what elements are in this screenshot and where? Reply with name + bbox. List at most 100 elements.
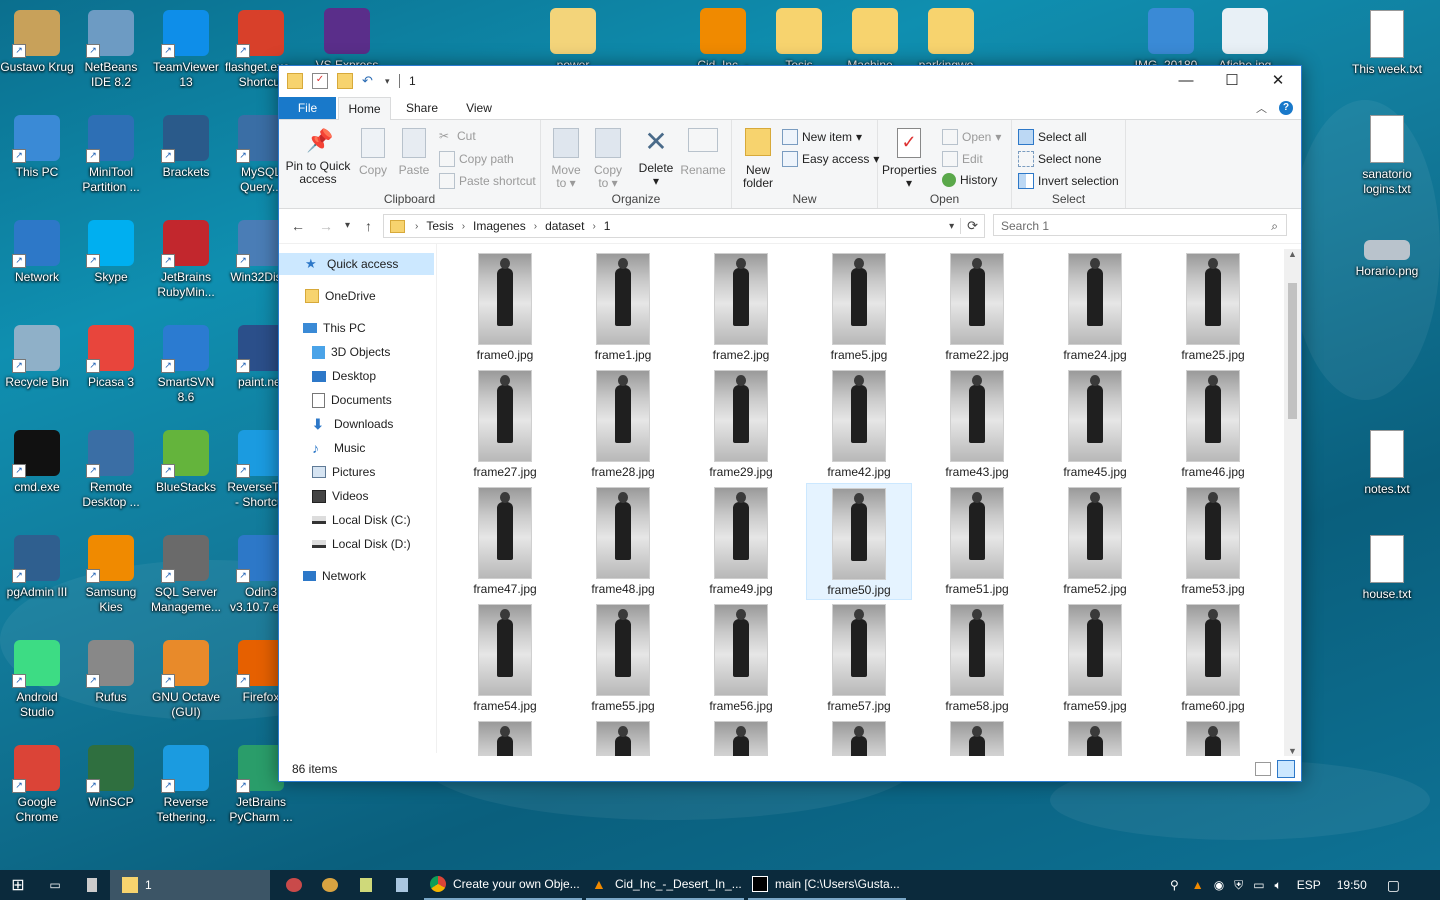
file-item[interactable]: frame49.jpg bbox=[688, 483, 794, 600]
desktop-icon-img-20180[interactable]: IMG_20180... bbox=[1134, 8, 1208, 73]
forward-arrow-icon[interactable]: → bbox=[319, 218, 333, 234]
open-button[interactable]: Open ▾ bbox=[942, 129, 1001, 145]
nav-music[interactable]: ♪ Music bbox=[279, 437, 434, 459]
select-all-button[interactable]: Select all bbox=[1018, 129, 1087, 145]
desktop-icon-this-pc[interactable]: ↗ This PC bbox=[0, 115, 74, 180]
network-tray-icon[interactable]: ▭ bbox=[1253, 878, 1264, 892]
vertical-scrollbar[interactable]: ▲ ▼ bbox=[1284, 249, 1301, 756]
tab-file[interactable]: File bbox=[279, 97, 336, 119]
nav-videos[interactable]: Videos bbox=[279, 485, 434, 507]
desktop-icon-sanatorio-logins-txt[interactable]: sanatorio logins.txt bbox=[1350, 115, 1424, 197]
desktop-icon-power[interactable]: power bbox=[536, 8, 610, 73]
desktop-icon-house-txt[interactable]: house.txt bbox=[1350, 535, 1424, 602]
nav-documents[interactable]: Documents bbox=[279, 389, 434, 411]
tab-share[interactable]: Share bbox=[396, 97, 448, 119]
desktop-icon-horario-png[interactable]: Horario.png bbox=[1350, 220, 1424, 279]
language-indicator[interactable]: ESP bbox=[1297, 878, 1321, 892]
file-item[interactable] bbox=[570, 717, 676, 756]
large-icons-view-icon[interactable] bbox=[1277, 760, 1295, 778]
search-input[interactable]: Search 1 ⌕ bbox=[993, 214, 1287, 236]
shield-icon[interactable]: ⛨ bbox=[1234, 878, 1243, 893]
people-icon[interactable]: ⚲ bbox=[1170, 878, 1179, 892]
nav-quick-access[interactable]: ★ Quick access bbox=[279, 253, 434, 275]
new-folder-button[interactable]: New folder bbox=[736, 128, 780, 190]
nav-this-pc[interactable]: This PC bbox=[279, 317, 434, 339]
nav-local-disk-c[interactable]: Local Disk (C:) bbox=[279, 509, 434, 531]
task-view-button[interactable]: ▭ bbox=[40, 870, 70, 900]
back-arrow-icon[interactable]: ← bbox=[291, 218, 305, 234]
desktop-icon-gustavo-krug[interactable]: ↗ Gustavo Krug bbox=[0, 10, 74, 75]
cut-button[interactable]: ✂ Cut bbox=[439, 129, 476, 143]
file-item[interactable]: frame42.jpg bbox=[806, 366, 912, 483]
desktop-icon-jetbrains-rubymin[interactable]: ↗ JetBrains RubyMin... bbox=[149, 220, 223, 300]
file-item[interactable]: frame56.jpg bbox=[688, 600, 794, 717]
start-button[interactable]: ⊞ bbox=[0, 870, 36, 900]
collapse-ribbon-icon[interactable]: ︿ bbox=[1256, 100, 1267, 116]
file-item[interactable]: frame0.jpg bbox=[452, 249, 558, 366]
file-item[interactable]: frame24.jpg bbox=[1042, 249, 1148, 366]
file-item[interactable] bbox=[1042, 717, 1148, 756]
file-item[interactable] bbox=[806, 717, 912, 756]
breadcrumb-dataset[interactable]: dataset bbox=[541, 219, 588, 233]
undo-icon[interactable]: ↶ bbox=[362, 74, 376, 88]
address-bar[interactable]: › Tesis › Imagenes › dataset › 1 ▾ ⟳ bbox=[383, 214, 985, 238]
breadcrumb-imagenes[interactable]: Imagenes bbox=[469, 219, 530, 233]
taskbar-explorer-item[interactable]: 1 bbox=[110, 870, 270, 900]
refresh-icon[interactable]: ⟳ bbox=[960, 218, 984, 234]
desktop-icon-machine[interactable]: Machine... bbox=[838, 8, 912, 73]
desktop-icon-picasa-3[interactable]: ↗ Picasa 3 bbox=[74, 325, 148, 390]
minimize-button[interactable]: — bbox=[1163, 66, 1209, 97]
scroll-up-arrow-icon[interactable]: ▲ bbox=[1288, 249, 1297, 259]
desktop-icon-minitool-partition[interactable]: ↗ MiniTool Partition ... bbox=[74, 115, 148, 195]
tray-app-icon[interactable]: ◉ bbox=[1214, 878, 1224, 892]
copy-path-button[interactable]: Copy path bbox=[439, 151, 514, 167]
taskbar-app-3[interactable] bbox=[352, 870, 380, 900]
rename-button[interactable]: Rename bbox=[679, 128, 727, 177]
desktop-icon-recycle-bin[interactable]: ↗ Recycle Bin bbox=[0, 325, 74, 390]
file-item[interactable] bbox=[1160, 717, 1266, 756]
file-item[interactable]: frame43.jpg bbox=[924, 366, 1030, 483]
delete-button[interactable]: ✕ Delete ▾ bbox=[637, 128, 675, 188]
desktop-icon-google-chrome[interactable]: ↗ Google Chrome bbox=[0, 745, 74, 825]
desktop-icon-rufus[interactable]: ↗ Rufus bbox=[74, 640, 148, 705]
properties-button[interactable]: ✓ Properties ▾ bbox=[882, 128, 937, 190]
file-item[interactable]: frame27.jpg bbox=[452, 366, 558, 483]
file-item[interactable]: frame48.jpg bbox=[570, 483, 676, 600]
scroll-down-arrow-icon[interactable]: ▼ bbox=[1288, 746, 1297, 756]
nav-pictures[interactable]: Pictures bbox=[279, 461, 434, 483]
taskbar-app-2[interactable] bbox=[316, 870, 344, 900]
volume-icon[interactable]: 🔈︎ bbox=[1275, 878, 1282, 893]
file-item[interactable]: frame50.jpg bbox=[806, 483, 912, 600]
desktop-icon-sql-server-manageme[interactable]: ↗ SQL Server Manageme... bbox=[149, 535, 223, 615]
select-none-button[interactable]: Select none bbox=[1018, 151, 1101, 167]
taskbar-app-1[interactable] bbox=[280, 870, 308, 900]
desktop-icon-smartsvn-8-6[interactable]: ↗ SmartSVN 8.6 bbox=[149, 325, 223, 405]
file-item[interactable]: frame59.jpg bbox=[1042, 600, 1148, 717]
history-button[interactable]: History bbox=[942, 173, 997, 187]
nav-downloads[interactable]: ⬇ Downloads bbox=[279, 413, 434, 435]
taskbar-pycharm-item[interactable]: main [C:\Users\Gusta... bbox=[748, 870, 906, 900]
file-item[interactable]: frame53.jpg bbox=[1160, 483, 1266, 600]
desktop-icon-reverse-tethering[interactable]: ↗ Reverse Tethering... bbox=[149, 745, 223, 825]
desktop-icon-brackets[interactable]: ↗ Brackets bbox=[149, 115, 223, 180]
taskbar-vlc-item[interactable]: ▲ Cid_Inc_-_Desert_In_... bbox=[586, 870, 744, 900]
file-item[interactable]: frame58.jpg bbox=[924, 600, 1030, 717]
new-folder-icon[interactable] bbox=[337, 73, 353, 89]
breadcrumb-current-folder[interactable]: 1 bbox=[600, 219, 615, 233]
tab-home[interactable]: Home bbox=[338, 97, 391, 121]
paste-shortcut-button[interactable]: Paste shortcut bbox=[439, 173, 536, 189]
desktop-icon-vs-express[interactable]: VS Express bbox=[310, 8, 384, 73]
vlc-tray-icon[interactable]: ▲ bbox=[1192, 878, 1204, 892]
recent-locations-chevron-icon[interactable]: ▾ bbox=[345, 220, 350, 231]
file-item[interactable] bbox=[452, 717, 558, 756]
tab-view[interactable]: View bbox=[454, 97, 504, 119]
properties-check-icon[interactable]: ✓ bbox=[312, 73, 328, 89]
action-center-icon[interactable]: ▢ bbox=[1387, 877, 1400, 894]
calculator-taskbar-button[interactable] bbox=[78, 870, 106, 900]
invert-selection-button[interactable]: Invert selection bbox=[1018, 173, 1119, 189]
file-item[interactable]: frame29.jpg bbox=[688, 366, 794, 483]
desktop-icon-parkingwo[interactable]: parkingwo... bbox=[914, 8, 988, 73]
file-item[interactable]: frame5.jpg bbox=[806, 249, 912, 366]
up-arrow-icon[interactable]: ↑ bbox=[365, 218, 372, 234]
details-view-icon[interactable] bbox=[1255, 762, 1271, 776]
